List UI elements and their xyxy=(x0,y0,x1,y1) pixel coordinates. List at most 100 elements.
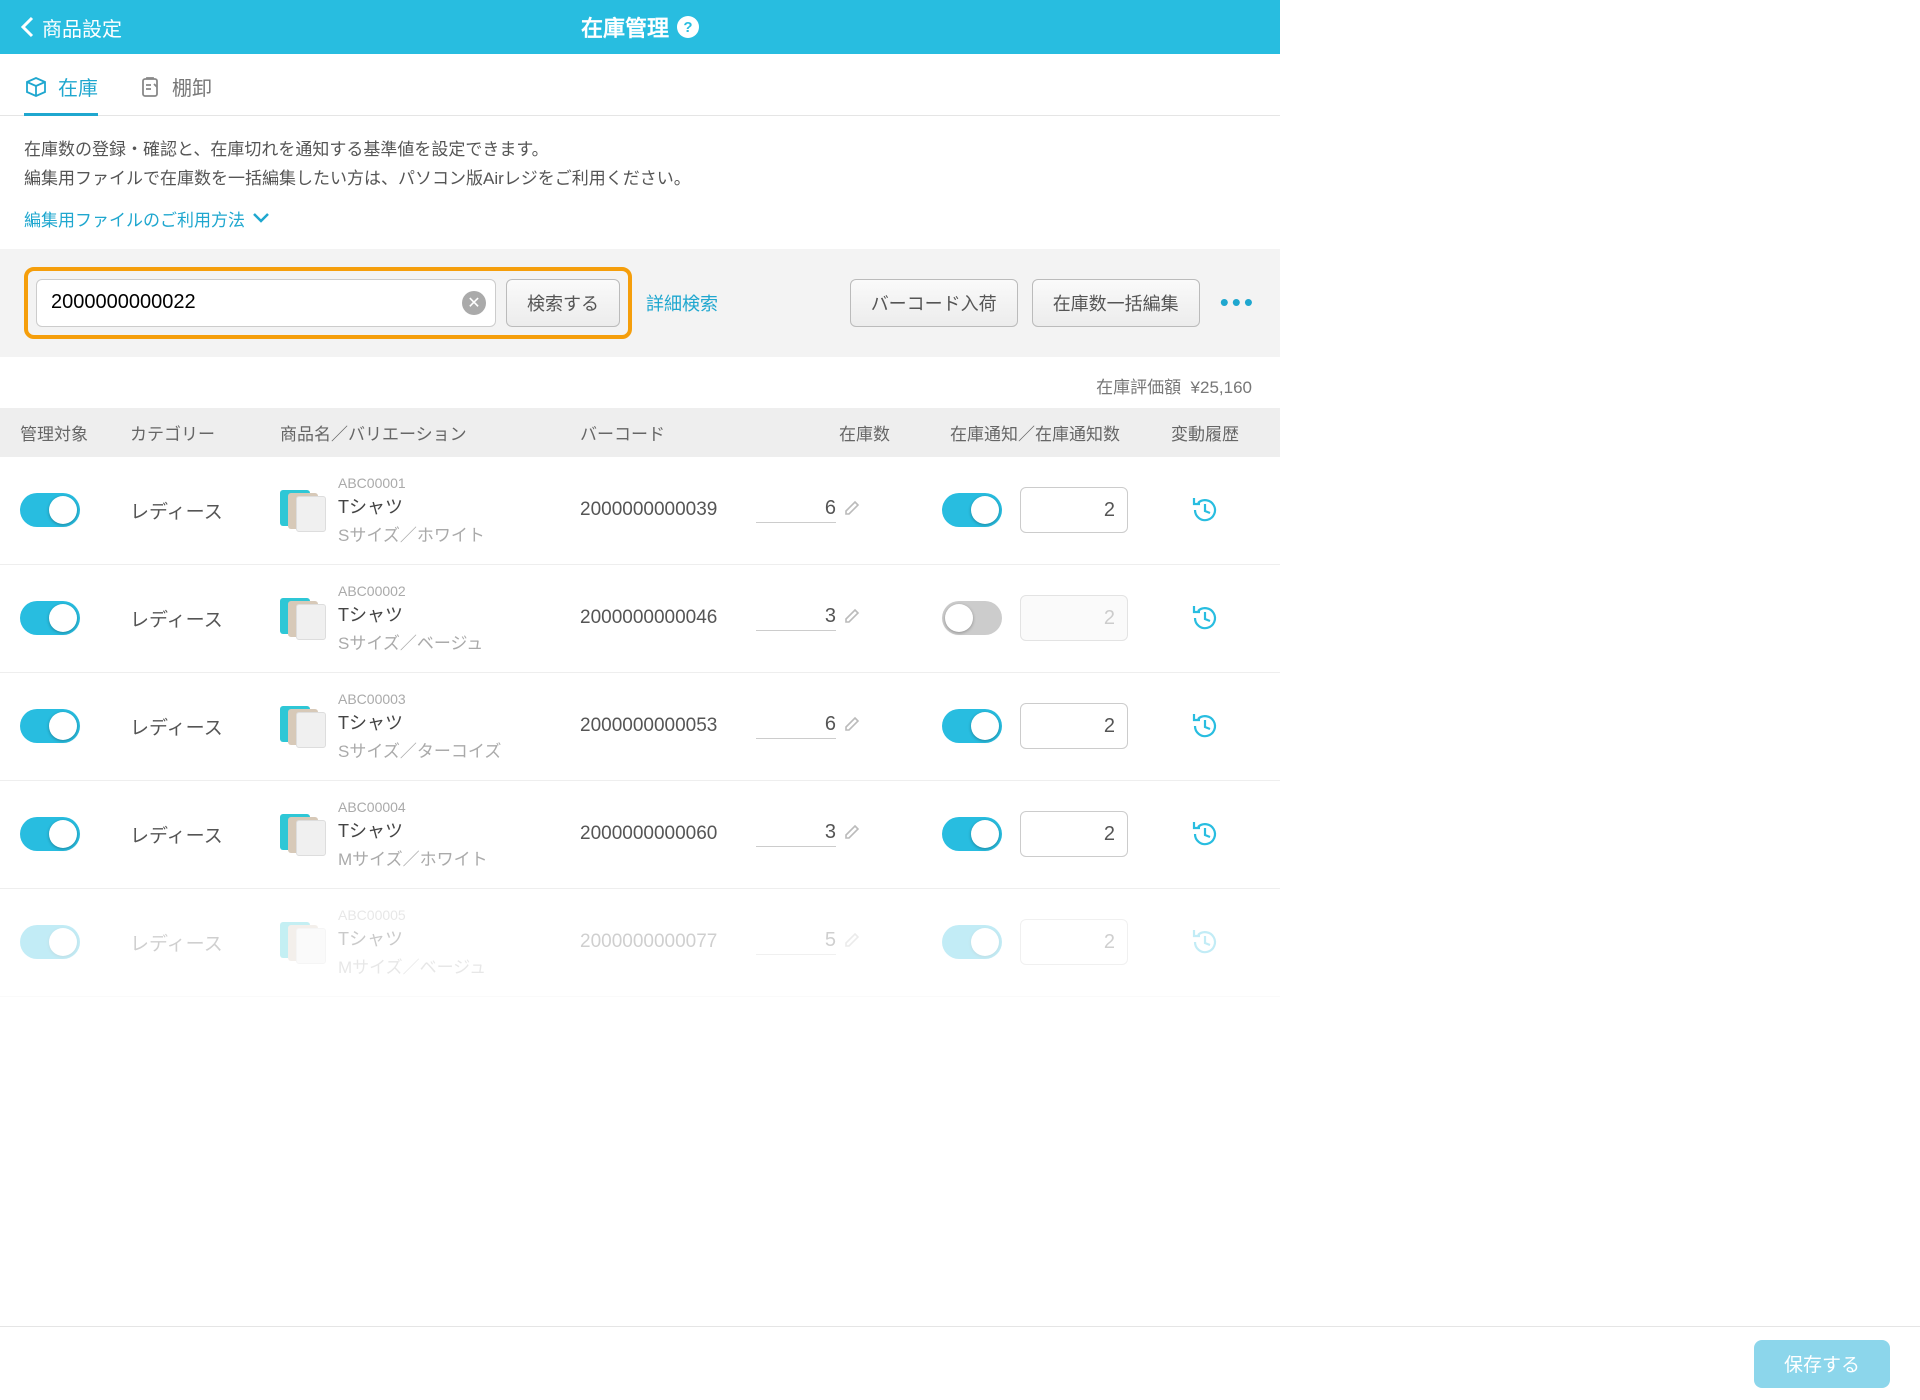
col-category: カテゴリー xyxy=(130,420,280,445)
product-sku: ABC00005 xyxy=(338,907,486,923)
product-thumb xyxy=(280,488,324,532)
stock-value[interactable]: 6 xyxy=(756,713,836,739)
history-icon[interactable] xyxy=(1190,819,1220,849)
clipboard-icon xyxy=(138,75,162,99)
col-manage: 管理対象 xyxy=(20,420,130,445)
manage-toggle[interactable] xyxy=(20,709,80,743)
product-variation: Sサイズ／ターコイズ xyxy=(338,737,501,762)
table-row: レディース ABC00005 Tシャツ Mサイズ／ベージュ 2000000000… xyxy=(0,889,1280,997)
notify-toggle[interactable] xyxy=(942,493,1002,527)
box-icon xyxy=(24,75,48,99)
valuation: 在庫評価額 ¥25,160 xyxy=(0,357,1280,408)
chevron-down-icon xyxy=(253,213,269,223)
valuation-value: ¥25,160 xyxy=(1191,378,1252,397)
bulk-edit-button[interactable]: 在庫数一括編集 xyxy=(1032,279,1200,327)
stock-value[interactable]: 3 xyxy=(756,605,836,631)
tabs: 在庫 棚卸 xyxy=(0,54,1280,116)
product-thumb xyxy=(280,812,324,856)
barcode-text: 2000000000046 xyxy=(580,607,717,628)
notify-toggle[interactable] xyxy=(942,709,1002,743)
product-variation: Mサイズ／ホワイト xyxy=(338,845,488,870)
search-input-wrap: ✕ xyxy=(36,279,496,327)
product-variation: Sサイズ／ホワイト xyxy=(338,521,485,546)
barcode-text: 2000000000039 xyxy=(580,499,717,520)
product-variation: Sサイズ／ベージュ xyxy=(338,629,483,654)
table-row: レディース ABC00002 Tシャツ Sサイズ／ベージュ 2000000000… xyxy=(0,565,1280,673)
manage-toggle[interactable] xyxy=(20,493,80,527)
pencil-icon[interactable] xyxy=(844,608,860,629)
tab-stock[interactable]: 在庫 xyxy=(24,54,98,115)
valuation-label: 在庫評価額 xyxy=(1096,378,1181,397)
product-sku: ABC00002 xyxy=(338,583,483,599)
history-icon[interactable] xyxy=(1190,711,1220,741)
search-input[interactable] xyxy=(36,279,496,327)
manage-toggle[interactable] xyxy=(20,601,80,635)
col-product: 商品名／バリエーション xyxy=(280,420,580,445)
product-name: Tシャツ xyxy=(338,601,483,627)
product-name: Tシャツ xyxy=(338,493,485,519)
table-row: レディース ABC00004 Tシャツ Mサイズ／ホワイト 2000000000… xyxy=(0,781,1280,889)
notify-input xyxy=(1020,595,1128,641)
info-text-1: 在庫数の登録・確認と、在庫切れを通知する基準値を設定できます。 xyxy=(24,136,1256,165)
info-text-2: 編集用ファイルで在庫数を一括編集したい方は、パソコン版Airレジをご利用ください… xyxy=(24,165,1256,194)
table-body: レディース ABC00001 Tシャツ Sサイズ／ホワイト 2000000000… xyxy=(0,457,1280,997)
clear-icon[interactable]: ✕ xyxy=(462,291,486,315)
col-barcode: バーコード xyxy=(580,420,780,445)
col-history: 変動履歴 xyxy=(1150,420,1260,445)
back-button[interactable]: 商品設定 xyxy=(20,13,122,42)
notify-toggle[interactable] xyxy=(942,601,1002,635)
more-icon[interactable]: ••• xyxy=(1220,287,1256,318)
table-header: 管理対象 カテゴリー 商品名／バリエーション バーコード 在庫数 在庫通知／在庫… xyxy=(0,408,1280,457)
chevron-left-icon xyxy=(20,16,34,38)
stock-value[interactable]: 6 xyxy=(756,497,836,523)
pencil-icon[interactable] xyxy=(844,932,860,953)
category-text: レディース xyxy=(130,934,223,955)
help-icon[interactable]: ? xyxy=(677,16,699,38)
product-sku: ABC00001 xyxy=(338,475,485,491)
notify-toggle[interactable] xyxy=(942,925,1002,959)
advanced-search-link[interactable]: 詳細検索 xyxy=(646,290,718,316)
product-sku: ABC00003 xyxy=(338,691,501,707)
info-section: 在庫数の登録・確認と、在庫切れを通知する基準値を設定できます。 編集用ファイルで… xyxy=(0,116,1280,249)
table-row: レディース ABC00001 Tシャツ Sサイズ／ホワイト 2000000000… xyxy=(0,457,1280,565)
tab-inventory[interactable]: 棚卸 xyxy=(138,54,212,115)
barcode-intake-button[interactable]: バーコード入荷 xyxy=(850,279,1018,327)
barcode-text: 2000000000060 xyxy=(580,823,717,844)
pencil-icon[interactable] xyxy=(844,500,860,521)
product-thumb xyxy=(280,596,324,640)
notify-input[interactable] xyxy=(1020,811,1128,857)
product-name: Tシャツ xyxy=(338,925,486,951)
notify-input[interactable] xyxy=(1020,487,1128,533)
col-notify: 在庫通知／在庫通知数 xyxy=(920,420,1150,445)
barcode-text: 2000000000053 xyxy=(580,715,717,736)
header: 商品設定 在庫管理 ? xyxy=(0,0,1280,54)
save-button[interactable]: 保存する xyxy=(1754,1340,1890,1388)
search-button[interactable]: 検索する xyxy=(506,279,620,327)
history-icon[interactable] xyxy=(1190,495,1220,525)
notify-input[interactable] xyxy=(1020,919,1128,965)
stock-value[interactable]: 5 xyxy=(756,929,836,955)
product-thumb xyxy=(280,704,324,748)
col-stock: 在庫数 xyxy=(780,420,920,445)
product-sku: ABC00004 xyxy=(338,799,488,815)
manage-toggle[interactable] xyxy=(20,925,80,959)
manage-toggle[interactable] xyxy=(20,817,80,851)
stock-value[interactable]: 3 xyxy=(756,821,836,847)
history-icon[interactable] xyxy=(1190,927,1220,957)
product-name: Tシャツ xyxy=(338,817,488,843)
page-title: 在庫管理 ? xyxy=(581,11,699,43)
product-thumb xyxy=(280,920,324,964)
back-label: 商品設定 xyxy=(42,13,122,42)
pencil-icon[interactable] xyxy=(844,716,860,737)
search-group: ✕ 検索する xyxy=(24,267,632,339)
barcode-text: 2000000000077 xyxy=(580,931,717,952)
history-icon[interactable] xyxy=(1190,603,1220,633)
notify-toggle[interactable] xyxy=(942,817,1002,851)
table-row: レディース ABC00003 Tシャツ Sサイズ／ターコイズ 200000000… xyxy=(0,673,1280,781)
info-link[interactable]: 編集用ファイルのご利用方法 xyxy=(24,206,269,231)
category-text: レディース xyxy=(130,502,223,523)
toolbar: ✕ 検索する 詳細検索 バーコード入荷 在庫数一括編集 ••• xyxy=(0,249,1280,357)
pencil-icon[interactable] xyxy=(844,824,860,845)
category-text: レディース xyxy=(130,718,223,739)
notify-input[interactable] xyxy=(1020,703,1128,749)
